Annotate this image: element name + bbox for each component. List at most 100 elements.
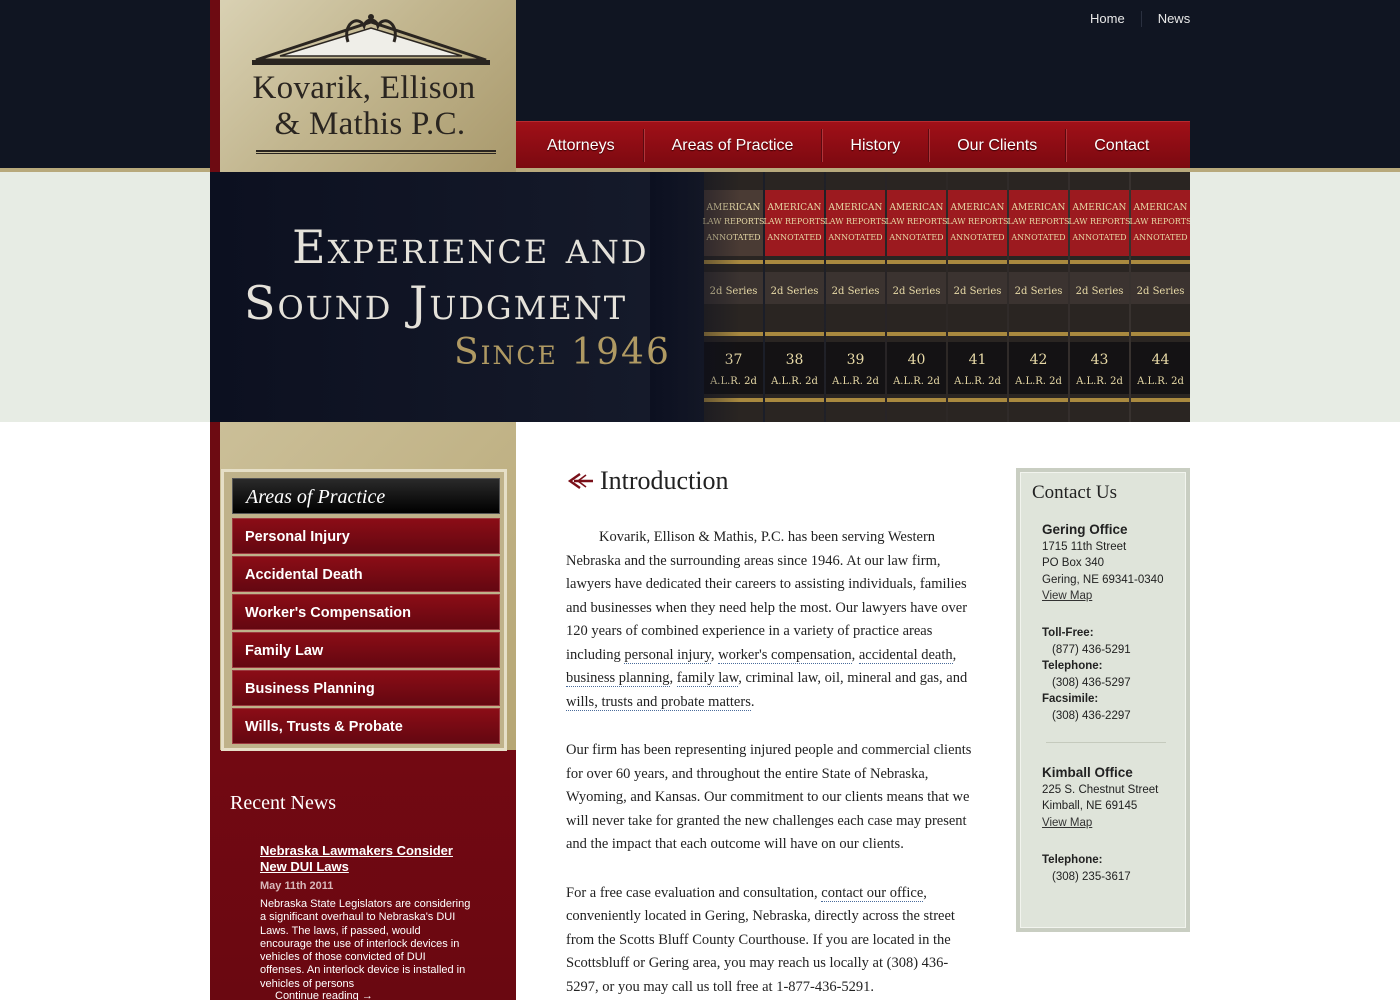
book-gold-band: [1070, 332, 1129, 336]
book-spine: AMERICAN LAW REPORTS ANNOTATED 2d Series 43 A…: [1068, 172, 1131, 422]
kimball-telephone-label: Telephone:: [1042, 854, 1103, 866]
fax-number: (308) 436-2297: [1052, 709, 1131, 722]
recent-news-heading: Recent News: [230, 792, 337, 814]
news-article-excerpt: Nebraska State Legislators are consideri…: [260, 898, 471, 990]
logo-name-line1: Kovarik, Ellison: [252, 70, 476, 106]
pediment-logo-icon: [252, 14, 490, 65]
book-gold-band: [1009, 260, 1068, 264]
contact-us-box: Contact Us Gering Office 1715 11th Stree…: [1016, 468, 1190, 932]
gering-street: 1715 11th Street: [1042, 540, 1127, 553]
main-nav: Attorneys Areas of Practice History Our …: [516, 121, 1190, 168]
util-link-news[interactable]: News: [1140, 11, 1207, 27]
kimball-telephone-number: (308) 235-3617: [1052, 870, 1131, 883]
book-line3: ANNOTATED: [1132, 233, 1187, 242]
book-alr: A.L.R. 2d: [892, 376, 940, 387]
book-line2: LAW REPORTS: [1129, 217, 1190, 226]
book-gold-band: [765, 398, 824, 402]
aop-family-law[interactable]: Family Law: [232, 632, 500, 668]
news-continue-reading[interactable]: Continue reading →: [275, 990, 373, 1000]
intro-text: .: [750, 693, 755, 710]
book-series: 2d Series: [1137, 286, 1185, 297]
book-alr: A.L.R. 2d: [1075, 376, 1123, 387]
link-family-law[interactable]: family law: [676, 670, 739, 687]
nav-contact[interactable]: Contact: [1065, 128, 1177, 162]
book-gold-band: [1009, 398, 1068, 402]
gering-view-map-link[interactable]: View Map: [1042, 590, 1092, 602]
book-series: 2d Series: [954, 286, 1002, 297]
hero-headline-line2: Sound Judgment: [244, 276, 628, 330]
text-separator: ,: [669, 670, 677, 686]
contact-divider: [1046, 742, 1166, 743]
aop-workers-compensation[interactable]: Worker's Compensation: [232, 594, 500, 630]
book-line2: LAW REPORTS: [1068, 217, 1130, 226]
main-content: Introduction Kovarik, Ellison & Mathis, …: [566, 466, 980, 999]
gering-office-name: Gering Office: [1042, 522, 1128, 537]
kimball-view-map-link[interactable]: View Map: [1042, 817, 1092, 829]
intro-paragraph-2: Our firm has been representing injured p…: [566, 742, 972, 852]
aop-business-planning[interactable]: Business Planning: [232, 670, 500, 706]
areas-of-practice-box: Areas of Practice Personal Injury Accide…: [221, 469, 507, 751]
book-gold-band: [948, 332, 1007, 336]
sidebar: Areas of Practice Personal Injury Accide…: [210, 422, 516, 1000]
text-separator: ,: [851, 646, 859, 663]
page-title: Introduction: [600, 466, 729, 495]
book-gold-band: [826, 260, 885, 264]
areas-of-practice-list: Personal Injury Accidental Death Worker'…: [232, 518, 500, 746]
gering-pobox: PO Box 340: [1042, 557, 1105, 569]
intro-text: Kovarik, Ellison & Mathis, P.C. has been…: [566, 529, 968, 663]
firm-logo[interactable]: Kovarik, Ellison & Mathis P.C.: [210, 0, 516, 172]
link-personal-injury[interactable]: personal injury: [624, 646, 711, 664]
book-line3: ANNOTATED: [949, 233, 1004, 242]
book-line2: LAW REPORTS: [946, 217, 1008, 226]
nav-areas-of-practice[interactable]: Areas of Practice: [642, 128, 822, 162]
book-volume: 38: [786, 352, 804, 368]
link-accidental-death[interactable]: accidental death: [858, 646, 953, 664]
arrow-left-icon: [567, 473, 593, 489]
book-series: 2d Series: [1076, 286, 1124, 297]
book-line1: AMERICAN: [950, 203, 1005, 213]
nav-attorneys[interactable]: Attorneys: [516, 129, 643, 162]
book-volume: 41: [969, 352, 987, 368]
telephone-number: (308) 436-5297: [1052, 676, 1131, 689]
book-line3: ANNOTATED: [827, 233, 882, 242]
gering-city: Gering, NE 69341-0340: [1042, 573, 1164, 586]
nav-our-clients[interactable]: Our Clients: [928, 128, 1065, 162]
book-gold-band: [948, 260, 1007, 264]
hero-headline-line1: Experience and: [292, 220, 649, 274]
book-alr: A.L.R. 2d: [1136, 376, 1184, 387]
aop-accidental-death[interactable]: Accidental Death: [232, 556, 500, 592]
book-spine: AMERICAN LAW REPORTS ANNOTATED 2d Series 44 A…: [1129, 172, 1190, 422]
link-contact-our-office[interactable]: contact our office: [821, 884, 924, 902]
book-alr: A.L.R. 2d: [831, 376, 879, 387]
book-volume: 42: [1030, 352, 1048, 368]
news-article-title[interactable]: Nebraska Lawmakers Consider New DUI Laws: [260, 843, 480, 875]
book-gold-band: [948, 398, 1007, 402]
intro-text: , criminal law, oil, mineral and gas, an…: [738, 670, 968, 686]
gering-phones-block: Toll-Free: (877) 436-5291 Telephone: (30…: [1042, 625, 1131, 724]
hero-headline-line3: Since 1946: [454, 332, 671, 373]
intro-heading: Introduction: [566, 466, 980, 496]
link-business-planning[interactable]: business planning: [566, 670, 670, 687]
link-wills-trusts-probate[interactable]: wills, trusts and probate matters: [566, 693, 751, 711]
intro-text: For a free case evaluation and consultat…: [566, 884, 822, 901]
book-spine: AMERICAN LAW REPORTS ANNOTATED 2d Series 38 A…: [763, 172, 826, 422]
book-gold-band: [765, 260, 824, 264]
kimball-office-block: Kimball Office 225 S. Chestnut Street Ki…: [1042, 765, 1158, 831]
aop-wills-trusts-probate[interactable]: Wills, Trusts & Probate: [232, 708, 500, 744]
book-series: 2d Series: [1015, 286, 1063, 297]
intro-paragraph-1: Kovarik, Ellison & Mathis, P.C. has been…: [566, 526, 980, 714]
link-workers-compensation[interactable]: worker's compensation: [718, 646, 852, 664]
intro-paragraph-3: For a free case evaluation and consultat…: [566, 882, 980, 1000]
utility-nav: Home News: [1074, 11, 1206, 27]
logo-rule: [256, 150, 496, 154]
book-gold-band: [765, 332, 824, 336]
book-alr: A.L.R. 2d: [953, 376, 1001, 387]
contact-us-title: Contact Us: [1032, 482, 1117, 503]
book-spine: AMERICAN LAW REPORTS ANNOTATED 2d Series 42 A…: [1007, 172, 1070, 422]
util-link-home[interactable]: Home: [1074, 11, 1141, 27]
news-article-date: May 11th 2011: [260, 880, 334, 892]
book-alr: A.L.R. 2d: [770, 376, 818, 387]
aop-personal-injury[interactable]: Personal Injury: [232, 518, 500, 554]
book-volume: 40: [908, 352, 926, 368]
nav-history[interactable]: History: [821, 128, 928, 162]
